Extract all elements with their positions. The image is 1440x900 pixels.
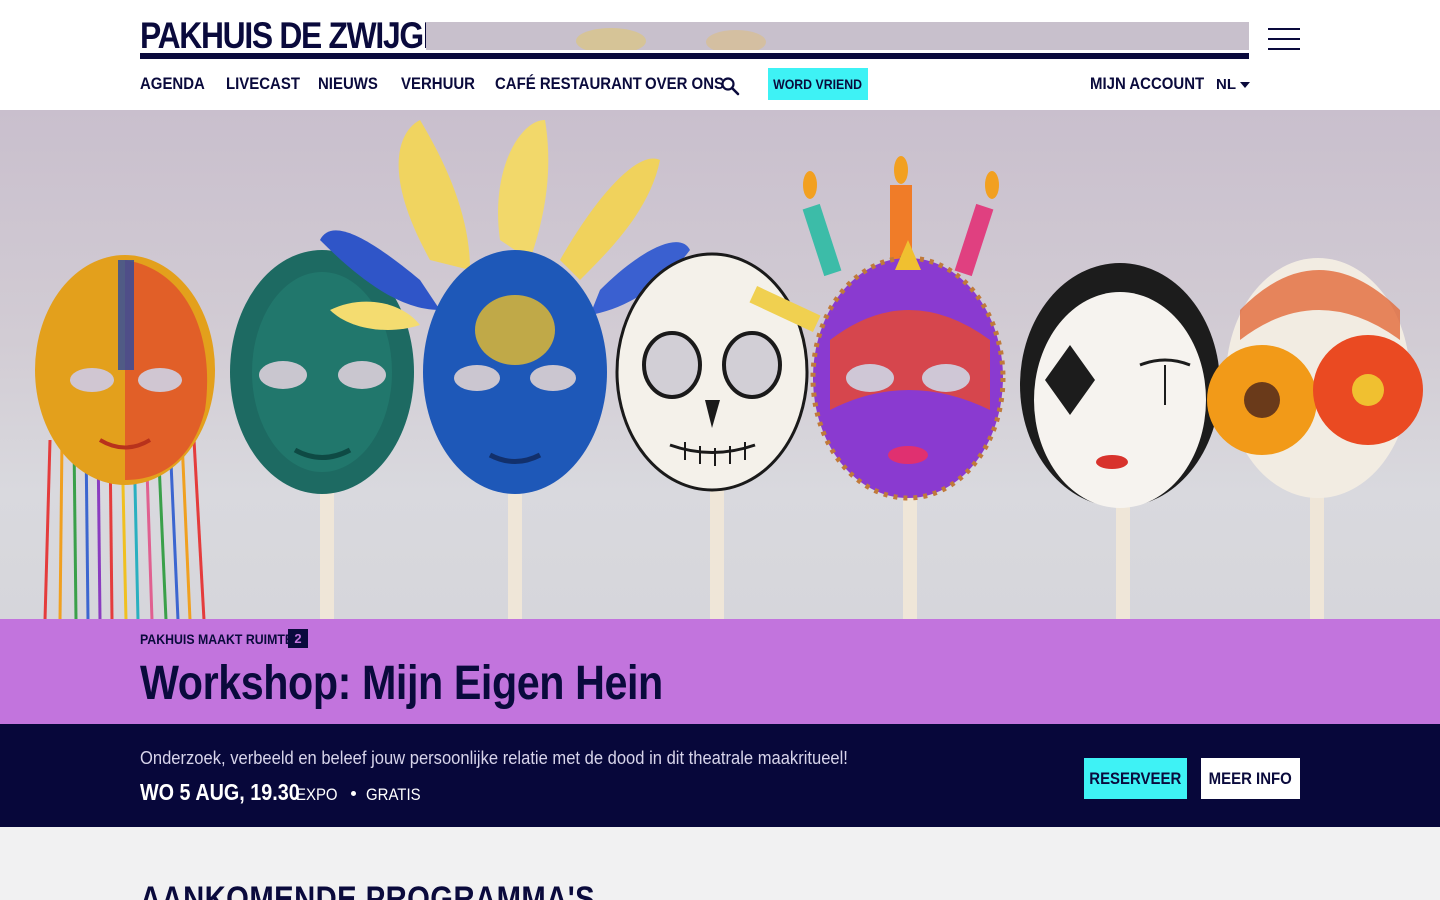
hamburger-line: [1268, 48, 1300, 50]
logo-underline: [140, 53, 1249, 59]
more-info-button-label: MEER INFO: [1208, 768, 1293, 788]
event-meta: WO 5 AUG, 19.30 EXPO GRATIS: [140, 779, 428, 806]
hamburger-line: [1268, 38, 1300, 40]
nav-item-over-ons[interactable]: OVER ONS: [645, 74, 724, 94]
mask-pierrot: [1020, 263, 1220, 508]
mask-blue: [423, 250, 607, 494]
event-date: WO 5 AUG, 19.30: [140, 779, 300, 805]
logo-strip-blob: [706, 30, 766, 50]
nav-item-nieuws[interactable]: NIEUWS: [318, 74, 378, 94]
my-account-link[interactable]: MIJN ACCOUNT: [1090, 74, 1204, 94]
reserve-button-label: RESERVEER: [1089, 768, 1182, 788]
main-nav: AGENDA LIVECAST NIEUWS VERHUUR CAFÉ REST…: [140, 68, 743, 100]
mask-flowers: [1207, 258, 1423, 498]
event-description: Onderzoek, verbeeld en beleef jouw perso…: [140, 748, 848, 768]
upcoming-programs-heading: AANKOMENDE PROGRAMMA'S: [140, 880, 596, 900]
event-title[interactable]: Workshop: Mijn Eigen Hein: [140, 655, 663, 713]
site-header: PAKHUIS DE ZWIJGER AGENDA LIVECAST NIEUW…: [0, 0, 1440, 110]
site-logo[interactable]: PAKHUIS DE ZWIJGER: [140, 16, 466, 56]
nav-item-livecast[interactable]: LIVECAST: [226, 74, 300, 94]
more-info-button[interactable]: MEER INFO: [1201, 758, 1300, 799]
language-selector[interactable]: NL: [1216, 76, 1250, 93]
nav-item-agenda[interactable]: AGENDA: [140, 74, 205, 94]
meta-separator-dot: [351, 791, 357, 796]
series-label: PAKHUIS MAAKT RUIMTE: [140, 630, 294, 647]
logo-strip-blob: [576, 28, 646, 50]
series-tag[interactable]: PAKHUIS MAAKT RUIMTE 2: [140, 629, 308, 648]
hamburger-line: [1268, 28, 1300, 30]
reserve-button[interactable]: RESERVEER: [1084, 758, 1187, 799]
flower-red: [1313, 335, 1423, 445]
mask-colorful: [810, 240, 1006, 501]
caret-down-icon: [1240, 81, 1250, 88]
hero-image: [0, 110, 1440, 619]
event-price: GRATIS: [366, 785, 421, 804]
word-vriend-button[interactable]: WORD VRIEND: [768, 68, 868, 100]
hamburger-menu-icon[interactable]: [1268, 28, 1300, 50]
language-label: NL: [1216, 76, 1236, 93]
logo-strip: [426, 22, 1249, 50]
search-icon[interactable]: [720, 76, 740, 96]
nav-item-cafe-restaurant[interactable]: CAFÉ RESTAURANT: [495, 74, 642, 94]
event-location: EXPO: [296, 785, 338, 804]
masks-illustration: [35, 120, 1423, 619]
word-vriend-label: WORD VRIEND: [773, 76, 863, 92]
nav-item-verhuur[interactable]: VERHUUR: [401, 74, 475, 94]
flower-orange: [1207, 345, 1317, 455]
mask-gold: [35, 255, 215, 619]
mask-skull: [615, 252, 821, 492]
